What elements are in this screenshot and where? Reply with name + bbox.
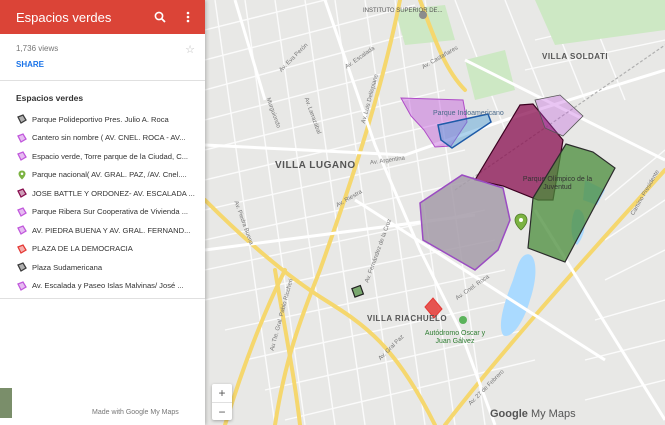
poi-label: Autódromo Oscar y Juan Gálvez <box>424 330 486 345</box>
polygon-icon <box>17 280 27 291</box>
legend-item[interactable]: JOSE BATTLE Y ORDONEZ- AV. ESCALADA ... <box>0 184 205 203</box>
panel-header: Espacios verdes <box>0 0 205 34</box>
polygon-icon <box>17 188 27 199</box>
polygon-icon <box>17 262 27 273</box>
share-link[interactable]: SHARE <box>16 60 44 69</box>
poi-label: Parque Indoamericano <box>433 110 504 117</box>
search-icon <box>154 11 166 23</box>
search-button[interactable] <box>149 6 171 28</box>
google-my-maps-logo: Google My Maps <box>490 408 576 420</box>
legend-item-label: AV. PIEDRA BUENA Y AV. GRAL. FERNAND... <box>32 225 191 235</box>
legend-item-label: Parque nacional( AV. GRAL. PAZ, /AV. Cne… <box>32 170 187 180</box>
poi-label: INSTITUTO SUPERIOR DE... <box>363 8 443 14</box>
polygon-icon <box>17 206 27 217</box>
legend-item-label: Plaza Sudamericana <box>32 262 103 272</box>
legend-item[interactable]: AV. PIEDRA BUENA Y AV. GRAL. FERNAND... <box>0 221 205 240</box>
district-label: VILLA LUGANO <box>275 160 356 171</box>
legend-item[interactable]: Cantero sin nombre ( AV. CNEL. ROCA - AV… <box>0 129 205 148</box>
view-count: 1,736 views <box>16 44 59 53</box>
map-meta: 1,736 views SHARE ☆ <box>0 34 205 81</box>
pin-icon <box>18 170 26 180</box>
poi-label: Parque Olímpico de la Juventud <box>522 176 593 191</box>
polygon-icon <box>17 151 27 162</box>
polygon-icon <box>17 225 27 236</box>
legend-item-label: PLAZA DE LA DEMOCRACIA <box>32 244 133 254</box>
legend-item[interactable]: Plaza Sudamericana <box>0 258 205 277</box>
star-icon[interactable]: ☆ <box>185 43 195 56</box>
polygon-icon <box>17 132 27 143</box>
legend-item-label: Av. Escalada y Paseo Islas Malvinas/ Jos… <box>32 281 184 291</box>
layer-section: Espacios verdes Parque Polideportivo Pre… <box>0 81 205 299</box>
polygon-icon <box>17 114 27 125</box>
map-canvas[interactable]: VILLA LUGANO VILLA SOLDATI VILLA RIACHUE… <box>205 0 665 425</box>
legend-item-label: Parque Ribera Sur Cooperativa de Viviend… <box>32 207 189 217</box>
district-label: VILLA SOLDATI <box>542 52 609 61</box>
legend-item[interactable]: Parque Ribera Sur Cooperativa de Viviend… <box>0 203 205 222</box>
map-title: Espacios verdes <box>16 9 112 25</box>
base-map-thumbnail[interactable] <box>0 388 12 418</box>
district-label: VILLA RIACHUELO <box>367 314 448 323</box>
zoom-control: + − <box>212 384 232 420</box>
legend-item[interactable]: Parque Polideportivo Pres. Julio A. Roca <box>0 110 205 129</box>
made-with-text: Made with Google My Maps <box>92 409 179 416</box>
legend-item[interactable]: Av. Escalada y Paseo Islas Malvinas/ Jos… <box>0 277 205 296</box>
legend-item-label: JOSE BATTLE Y ORDONEZ- AV. ESCALADA ... <box>32 188 195 198</box>
layer-name: Espacios verdes <box>16 93 84 103</box>
legend-item-label: Cantero sin nombre ( AV. CNEL. ROCA - AV… <box>32 133 186 143</box>
legend-item[interactable]: PLAZA DE LA DEMOCRACIA <box>0 240 205 259</box>
zoom-out-button[interactable]: − <box>212 403 232 421</box>
legend-panel: Espacios verdes 1,736 views SHARE ☆ Espa… <box>0 0 205 425</box>
legend-item[interactable]: Parque nacional( AV. GRAL. PAZ, /AV. Cne… <box>0 166 205 185</box>
polygon-icon <box>17 243 27 254</box>
zoom-in-button[interactable]: + <box>212 384 232 403</box>
legend-item[interactable]: Espacio verde, Torre parque de la Ciudad… <box>0 147 205 166</box>
more-options-button[interactable] <box>177 6 199 28</box>
legend-item-label: Espacio verde, Torre parque de la Ciudad… <box>32 151 189 161</box>
more-vert-icon <box>186 11 190 23</box>
legend-item-label: Parque Polideportivo Pres. Julio A. Roca <box>32 114 169 124</box>
